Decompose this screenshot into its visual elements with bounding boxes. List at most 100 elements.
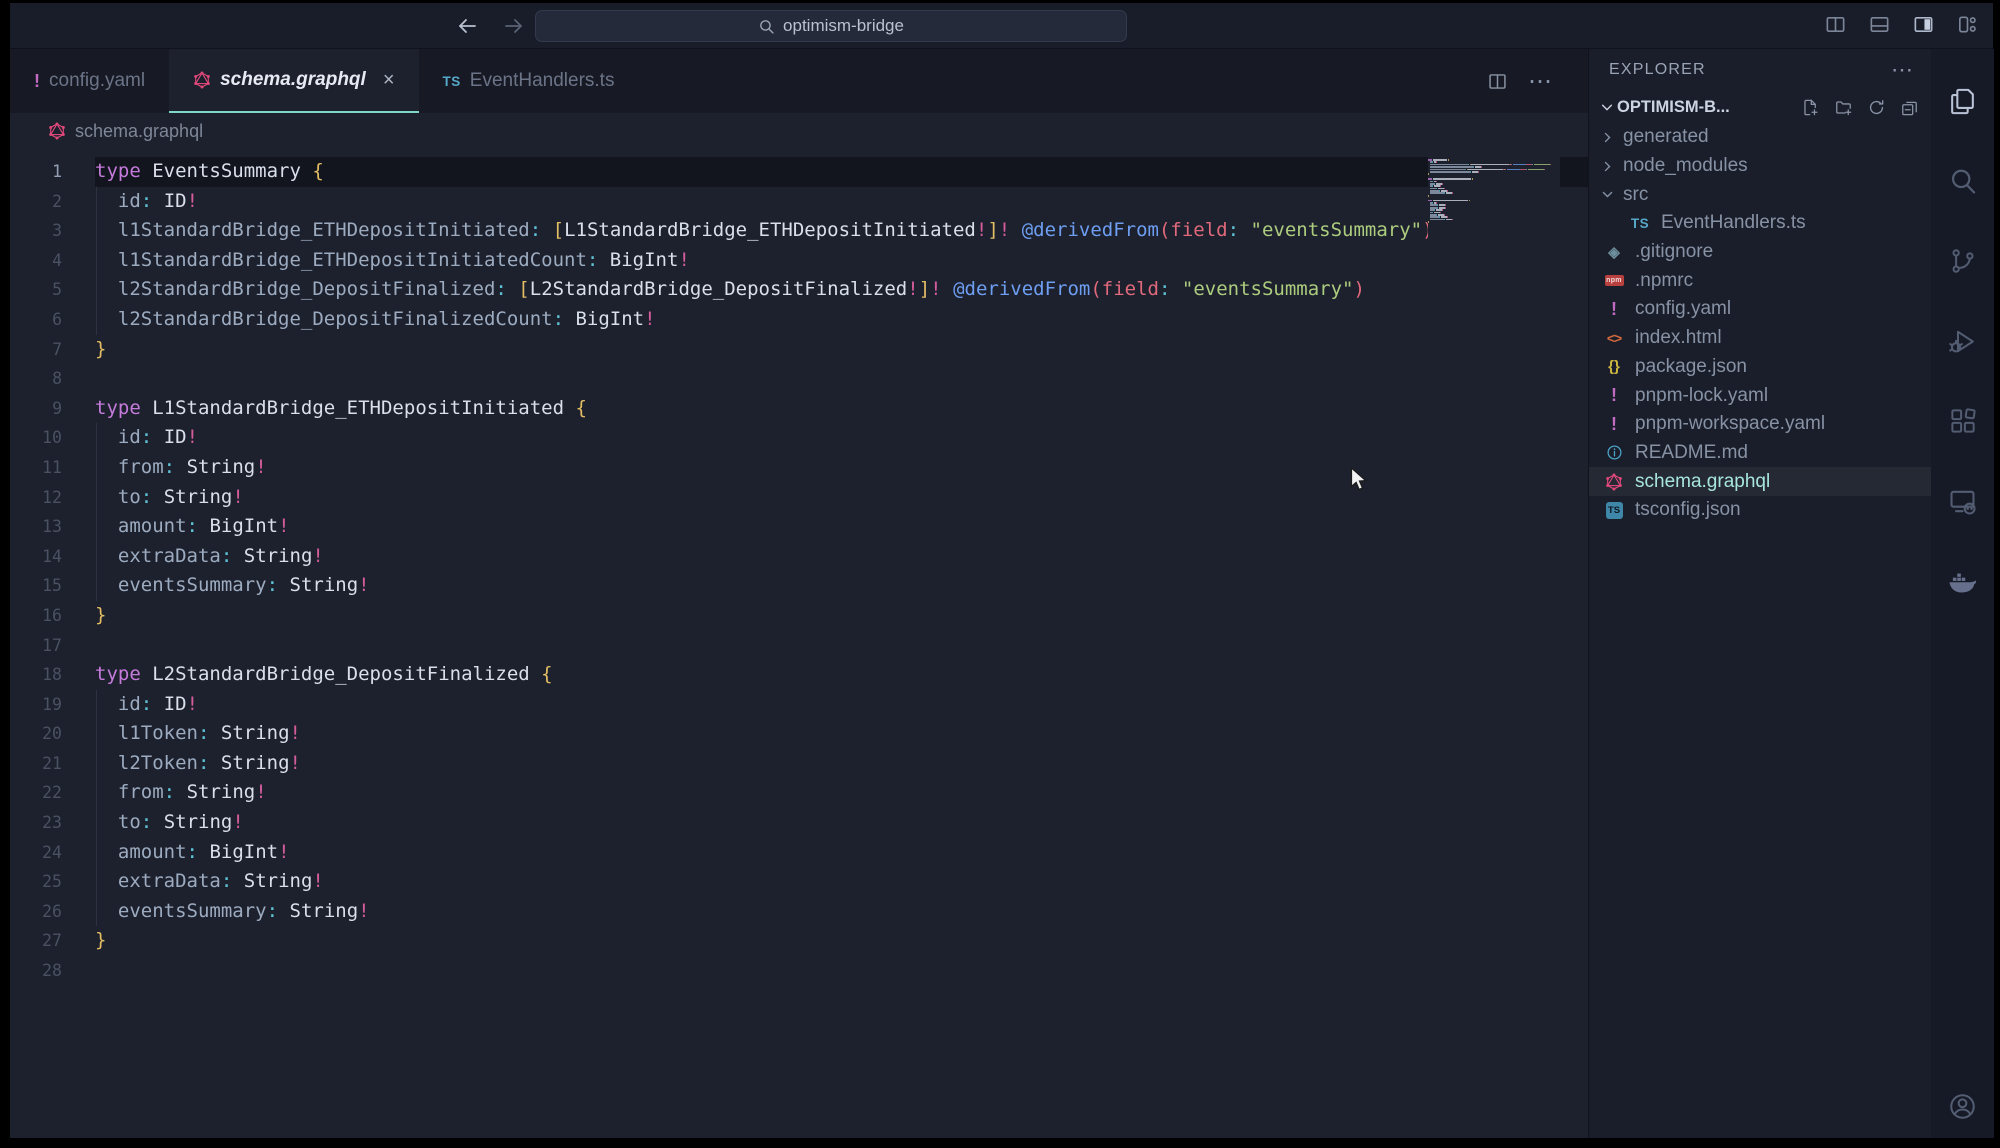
new-folder-icon[interactable]: [1831, 95, 1855, 119]
activity-source-control-icon[interactable]: [1931, 221, 1994, 301]
chevron-down-icon: [1597, 188, 1617, 201]
code-line-2[interactable]: 2 id: ID!: [10, 187, 1588, 217]
tree-file-.npmrc[interactable]: npm.npmrc: [1589, 266, 1931, 295]
toggle-panel-icon[interactable]: [1865, 10, 1893, 38]
title-bar: optimism-bridge: [10, 3, 1993, 49]
activity-explorer-icon[interactable]: [1931, 61, 1994, 141]
tree-file-config.yaml[interactable]: !config.yaml: [1589, 295, 1931, 324]
activity-account-icon[interactable]: [1947, 1091, 1978, 1122]
code-line-19[interactable]: 19 id: ID!: [10, 690, 1588, 720]
search-icon: [758, 18, 775, 35]
code-line-4[interactable]: 4 l1StandardBridge_ETHDepositInitiatedCo…: [10, 246, 1588, 276]
activity-docker-icon[interactable]: [1931, 541, 1994, 621]
split-editor-icon[interactable]: [1487, 71, 1508, 92]
tree-file-pnpm-workspace.yaml[interactable]: !pnpm-workspace.yaml: [1589, 410, 1931, 439]
tab-bar: !config.yamlschema.graphql×TSEventHandle…: [10, 49, 1588, 113]
graphql-file-icon: [193, 71, 211, 89]
graphql-file-icon: [48, 122, 66, 140]
window-layout-controls: [1821, 10, 1981, 38]
code-line-23[interactable]: 23 to: String!: [10, 808, 1588, 838]
close-tab-icon[interactable]: ×: [383, 70, 395, 90]
explorer-title: EXPLORER: [1609, 61, 1706, 79]
code-line-22[interactable]: 22 from: String!: [10, 778, 1588, 808]
code-line-21[interactable]: 21 l2Token: String!: [10, 749, 1588, 779]
tree-folder-generated[interactable]: generated: [1589, 123, 1931, 152]
editor-group: !config.yamlschema.graphql×TSEventHandle…: [10, 49, 1588, 1138]
json-file-icon: {}: [1608, 358, 1620, 375]
yaml-file-icon: !: [34, 71, 40, 92]
chevron-down-icon: [1597, 100, 1617, 114]
explorer-sidebar: EXPLORER ⋯ OPTIMISM-B...: [1588, 49, 1931, 1138]
code-line-15[interactable]: 15 eventsSummary: String!: [10, 571, 1588, 601]
code-line-25[interactable]: 25 extraData: String!: [10, 867, 1588, 897]
tree-file-README.md[interactable]: README.md: [1589, 439, 1931, 468]
split-editor-layout-icon[interactable]: [1821, 10, 1849, 38]
code-line-1[interactable]: 1type EventsSummary {: [10, 157, 1588, 187]
code-editor[interactable]: 1type EventsSummary {2 id: ID!3 l1Standa…: [10, 149, 1588, 1138]
code-line-3[interactable]: 3 l1StandardBridge_ETHDepositInitiated: …: [10, 216, 1588, 246]
workspace-section-row[interactable]: OPTIMISM-B...: [1589, 91, 1931, 123]
code-line-11[interactable]: 11 from: String!: [10, 453, 1588, 483]
code-line-12[interactable]: 12 to: String!: [10, 483, 1588, 513]
code-line-26[interactable]: 26 eventsSummary: String!: [10, 897, 1588, 927]
tree-file-pnpm-lock.yaml[interactable]: !pnpm-lock.yaml: [1589, 381, 1931, 410]
tree-folder-node_modules[interactable]: node_modules: [1589, 152, 1931, 181]
code-line-10[interactable]: 10 id: ID!: [10, 423, 1588, 453]
editor-actions: ⋯: [1487, 49, 1588, 113]
gitignore-file-icon: ◈: [1608, 243, 1620, 261]
more-actions-icon[interactable]: ⋯: [1528, 67, 1552, 96]
code-line-17[interactable]: 17: [10, 631, 1588, 661]
code-line-7[interactable]: 7}: [10, 335, 1588, 365]
code-line-20[interactable]: 20 l1Token: String!: [10, 719, 1588, 749]
workspace-name: OPTIMISM-B...: [1617, 98, 1730, 117]
minimap[interactable]: [1428, 149, 1560, 1138]
activity-run-debug-icon[interactable]: [1931, 301, 1994, 381]
code-line-9[interactable]: 9type L1StandardBridge_ETHDepositInitiat…: [10, 394, 1588, 424]
collapse-folders-icon[interactable]: [1897, 95, 1921, 119]
yaml-file-icon: !: [1611, 385, 1617, 406]
tree-file-package.json[interactable]: {}package.json: [1589, 353, 1931, 382]
breadcrumb[interactable]: schema.graphql: [10, 113, 1588, 149]
code-line-27[interactable]: 27}: [10, 926, 1588, 956]
toggle-secondary-sidebar-icon[interactable]: [1909, 10, 1937, 38]
code-line-18[interactable]: 18type L2StandardBridge_DepositFinalized…: [10, 660, 1588, 690]
tree-file-tsconfig.json[interactable]: TStsconfig.json: [1589, 496, 1931, 525]
code-line-5[interactable]: 5 l2StandardBridge_DepositFinalized: [L2…: [10, 275, 1588, 305]
back-arrow-icon[interactable]: [452, 11, 482, 41]
activity-remote-explorer-icon[interactable]: [1931, 461, 1994, 541]
html-file-icon: <>: [1607, 330, 1621, 346]
vscode-window: optimism-bridge !config.yamlschema.graph…: [10, 3, 1993, 1138]
activity-extensions-icon[interactable]: [1931, 381, 1994, 461]
code-line-14[interactable]: 14 extraData: String!: [10, 542, 1588, 572]
yaml-file-icon: !: [1611, 414, 1617, 435]
customize-layout-icon[interactable]: [1953, 10, 1981, 38]
readme-info-icon: [1606, 444, 1623, 461]
tab-config.yaml[interactable]: !config.yaml: [10, 49, 169, 113]
refresh-explorer-icon[interactable]: [1864, 95, 1888, 119]
tab-schema.graphql[interactable]: schema.graphql×: [169, 49, 418, 113]
tab-EventHandlers.ts[interactable]: TSEventHandlers.ts: [419, 49, 639, 113]
breadcrumb-item-filename[interactable]: schema.graphql: [75, 121, 203, 142]
explorer-more-actions-icon[interactable]: ⋯: [1891, 57, 1913, 83]
code-line-13[interactable]: 13 amount: BigInt!: [10, 512, 1588, 542]
code-line-8[interactable]: 8: [10, 364, 1588, 394]
forward-arrow-icon[interactable]: [499, 11, 529, 41]
activity-search-icon[interactable]: [1931, 141, 1994, 221]
new-file-icon[interactable]: [1798, 95, 1822, 119]
code-line-24[interactable]: 24 amount: BigInt!: [10, 838, 1588, 868]
tree-folder-src[interactable]: src: [1589, 180, 1931, 209]
tabs-list: !config.yamlschema.graphql×TSEventHandle…: [10, 49, 638, 113]
command-center-search[interactable]: optimism-bridge: [535, 10, 1127, 42]
chevron-right-icon: [1597, 131, 1617, 144]
tree-file-EventHandlers.ts[interactable]: TSEventHandlers.ts: [1589, 209, 1931, 238]
tree-file-schema.graphql[interactable]: schema.graphql: [1589, 467, 1931, 496]
code-line-28[interactable]: 28: [10, 956, 1588, 986]
code-line-16[interactable]: 16}: [10, 601, 1588, 631]
tsconfig-file-icon: TS: [1606, 502, 1623, 519]
code-line-6[interactable]: 6 l2StandardBridge_DepositFinalizedCount…: [10, 305, 1588, 335]
tree-file-index.html[interactable]: <>index.html: [1589, 324, 1931, 353]
typescript-file-icon: TS: [1631, 216, 1649, 231]
tree-file-.gitignore[interactable]: ◈.gitignore: [1589, 238, 1931, 267]
search-value: optimism-bridge: [783, 16, 904, 36]
yaml-file-icon: !: [1611, 299, 1617, 320]
